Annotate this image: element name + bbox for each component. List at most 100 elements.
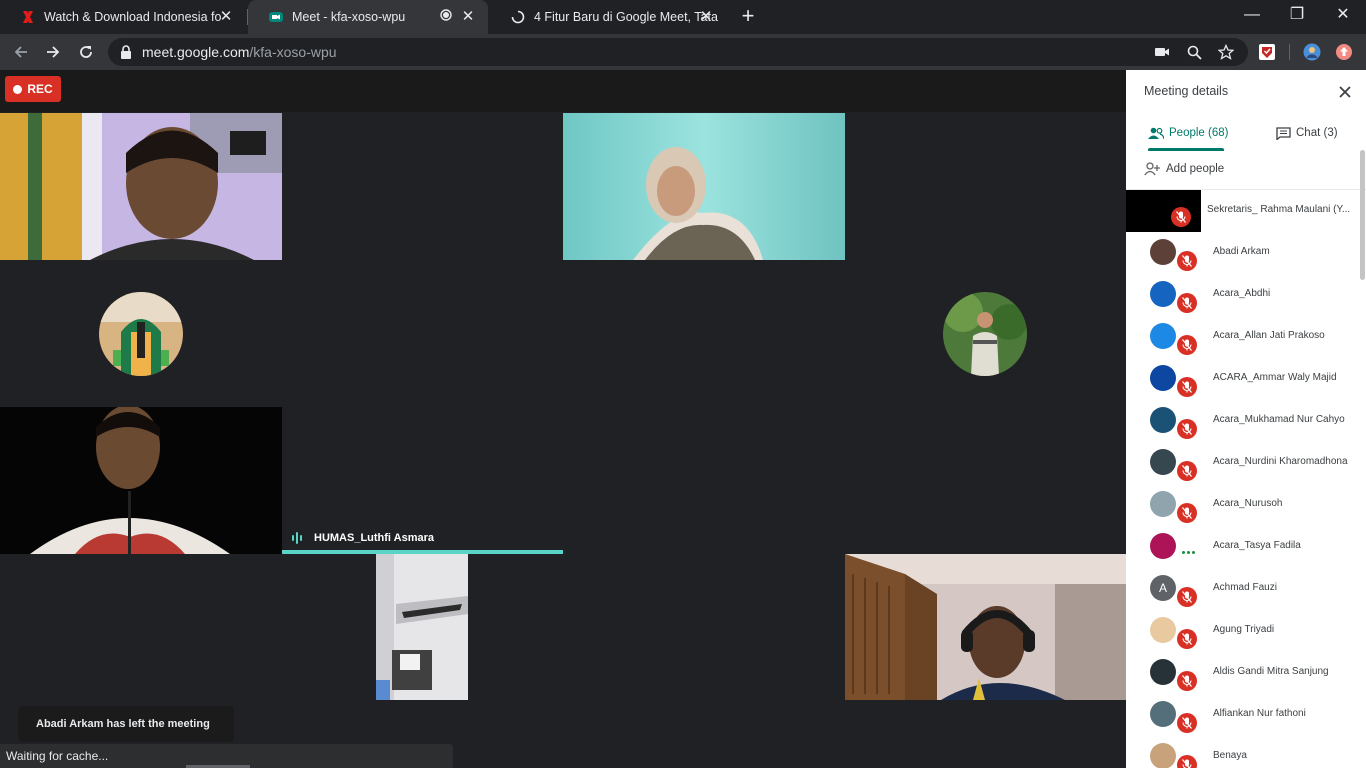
mic-off-icon [1177, 629, 1197, 649]
zoom-icon[interactable] [1186, 44, 1202, 60]
participant-avatar [1150, 491, 1176, 517]
mic-off-icon [1177, 335, 1197, 355]
participant-row[interactable]: Acara_Tasya Fadila [1126, 526, 1362, 568]
people-icon [1148, 127, 1164, 139]
mic-off-icon [1177, 671, 1197, 691]
close-tab-icon[interactable]: ✕ [460, 9, 476, 25]
participant-row[interactable]: ACARA_Ammar Waly Majid [1126, 358, 1362, 400]
participant-avatar: A [1150, 575, 1176, 601]
participant-avatar [1150, 407, 1176, 433]
url-text: meet.google.com/kfa-xoso-wpu [142, 44, 337, 60]
address-bar[interactable]: meet.google.com/kfa-xoso-wpu [108, 38, 1248, 66]
participant-avatar[interactable] [943, 292, 1027, 376]
tab-4-fitur[interactable]: 4 Fitur Baru di Google Meet, Tata ✕ [490, 0, 726, 34]
extension-shield-icon[interactable] [1257, 42, 1277, 62]
participant-video-tile[interactable] [845, 554, 1126, 700]
participant-avatar [1126, 190, 1201, 232]
participant-avatar [1150, 323, 1176, 349]
recording-dot-icon [438, 9, 454, 25]
mic-off-icon [1171, 207, 1191, 227]
participant-video-tile[interactable] [563, 113, 845, 260]
mic-off-icon [1177, 755, 1197, 768]
back-arrow-icon[interactable] [8, 39, 34, 65]
meet-top-bar [0, 70, 1126, 112]
participant-row[interactable]: Benaya [1126, 736, 1362, 768]
tab-people[interactable]: People (68) [1148, 122, 1228, 144]
participant-row[interactable]: Alfiankan Nur fathoni [1126, 694, 1362, 736]
participant-name: Aldis Gandi Mitra Sanjung [1213, 666, 1329, 677]
toolbar-separator [1289, 44, 1290, 60]
browser-tab-strip: Watch & Download Indonesia fo ✕ Meet - k… [0, 0, 1366, 34]
participant-name: Acara_Abdhi [1213, 288, 1271, 299]
participant-name: Abadi Arkam [1213, 246, 1270, 257]
participant-avatar [1150, 701, 1176, 727]
participant-video-tile[interactable] [376, 554, 468, 700]
bookmark-star-icon[interactable] [1218, 44, 1234, 60]
loading-spinner-icon [510, 9, 526, 25]
update-badge-icon[interactable] [1334, 42, 1354, 62]
mic-off-icon [1177, 503, 1197, 523]
participant-row[interactable]: Sekretaris_ Rahma Maulani (Y... [1126, 190, 1362, 232]
participant-avatar [1150, 281, 1176, 307]
participant-row[interactable]: Aldis Gandi Mitra Sanjung [1126, 652, 1362, 694]
recording-badge: REC [5, 76, 61, 102]
minimize-window-icon[interactable]: — [1229, 0, 1275, 32]
reload-icon[interactable] [73, 39, 99, 65]
participant-video-tile[interactable] [0, 407, 282, 554]
active-speaker-label: HUMAS_Luthfi Asmara [282, 526, 563, 554]
notification-toast: Abadi Arkam has left the meeting [18, 706, 234, 742]
mic-off-icon [1177, 713, 1197, 733]
mic-off-icon [1177, 293, 1197, 313]
participant-row[interactable]: Acara_Nurusoh [1126, 484, 1362, 526]
participant-row[interactable]: Agung Triyadi [1126, 610, 1362, 652]
forward-arrow-icon[interactable] [40, 39, 66, 65]
red-x-favicon-icon [20, 9, 36, 25]
participant-avatar [1150, 659, 1176, 685]
participant-row[interactable]: Acara_Abdhi [1126, 274, 1362, 316]
participant-row[interactable]: Acara_Allan Jati Prakoso [1126, 316, 1362, 358]
add-person-icon [1144, 162, 1160, 176]
panel-scrollbar[interactable] [1360, 150, 1365, 280]
participant-name: Achmad Fauzi [1213, 582, 1277, 593]
add-people-button[interactable]: Add people [1144, 160, 1224, 178]
close-panel-icon[interactable] [1335, 82, 1355, 102]
participant-name: Acara_Mukhamad Nur Cahyo [1213, 414, 1345, 425]
participant-name: Alfiankan Nur fathoni [1213, 708, 1306, 719]
new-tab-button[interactable]: + [736, 5, 760, 28]
lock-icon[interactable] [118, 44, 134, 60]
participant-row[interactable]: Acara_Nurdini Kharomadhona [1126, 442, 1362, 484]
mic-off-icon [1177, 251, 1197, 271]
tab-active-indicator [1148, 148, 1224, 151]
meet-favicon-icon [268, 9, 284, 25]
participant-name: Sekretaris_ Rahma Maulani (Y... [1207, 204, 1351, 215]
participant-video-tile[interactable] [0, 113, 282, 260]
participant-avatar[interactable] [99, 292, 183, 376]
record-dot-icon [13, 84, 23, 94]
participant-name: Agung Triyadi [1213, 624, 1275, 635]
tab-meet[interactable]: Meet - kfa-xoso-wpu ✕ [248, 0, 488, 34]
restore-window-icon[interactable]: ❐ [1274, 0, 1320, 32]
chat-icon [1276, 126, 1291, 140]
participant-avatar [1150, 743, 1176, 768]
tab-chat[interactable]: Chat (3) [1276, 122, 1338, 144]
participant-row[interactable]: Acara_Mukhamad Nur Cahyo [1126, 400, 1362, 442]
panel-title: Meeting details [1144, 84, 1229, 98]
mic-off-icon [1177, 587, 1197, 607]
camera-in-use-icon[interactable] [1154, 44, 1170, 60]
tab-watch-download[interactable]: Watch & Download Indonesia fo ✕ [0, 0, 246, 34]
participant-row[interactable]: Abadi Arkam [1126, 232, 1362, 274]
close-window-icon[interactable]: ✕ [1320, 0, 1366, 32]
profile-avatar[interactable] [1302, 42, 1322, 62]
participant-row[interactable]: A Achmad Fauzi [1126, 568, 1362, 610]
participant-name: ACARA_Ammar Waly Majid [1213, 372, 1337, 383]
participant-name: Acara_Nurusoh [1213, 498, 1283, 509]
tab-title: Meet - kfa-xoso-wpu [292, 10, 406, 24]
close-tab-icon[interactable]: ✕ [698, 9, 714, 25]
participant-avatar [1150, 533, 1176, 559]
speaking-indicator-icon [292, 532, 304, 544]
participant-name: Benaya [1213, 750, 1247, 761]
close-tab-icon[interactable]: ✕ [218, 9, 234, 25]
audio-activity-icon [1182, 551, 1197, 554]
participant-avatar [1150, 365, 1176, 391]
participant-avatar [1150, 449, 1176, 475]
